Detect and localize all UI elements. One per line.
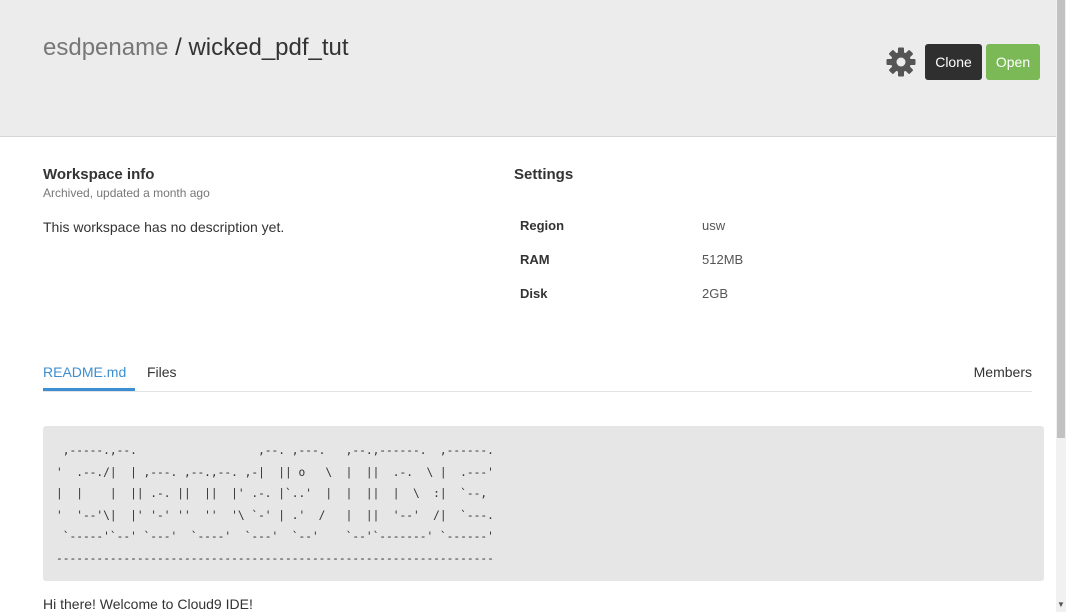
- workspace-description: This workspace has no description yet.: [43, 219, 285, 235]
- breadcrumb: esdpename / wicked_pdf_tut: [43, 33, 349, 63]
- settings-value: 512MB: [702, 251, 744, 267]
- scrollbar-thumb[interactable]: [1057, 0, 1065, 438]
- settings-value: 2GB: [702, 285, 729, 301]
- settings-label: Disk: [520, 285, 548, 301]
- tab-members[interactable]: Members: [974, 364, 1032, 380]
- open-button[interactable]: Open: [986, 44, 1040, 80]
- scroll-down-arrow-icon[interactable]: ▼: [1056, 598, 1066, 612]
- readme-welcome-text: Hi there! Welcome to Cloud9 IDE!: [43, 596, 253, 612]
- settings-label: Region: [520, 217, 565, 233]
- gear-icon[interactable]: [885, 46, 917, 78]
- readme-code-block: ,-----.,--. ,--. ,---. ,--.,------. ,---…: [43, 426, 1044, 581]
- settings-title: Settings: [514, 166, 574, 183]
- owner-link[interactable]: esdpename: [43, 34, 168, 61]
- workspace-header: esdpename / wicked_pdf_tut Clone Open: [0, 0, 1056, 137]
- settings-label: RAM: [520, 251, 550, 267]
- breadcrumb-separator: /: [168, 34, 189, 61]
- settings-row-disk: Disk 2GB: [520, 276, 743, 310]
- settings-row-region: Region usw: [520, 208, 743, 242]
- settings-row-ram: RAM 512MB: [520, 242, 743, 276]
- workspace-status: Archived, updated a month ago: [43, 186, 210, 200]
- workspace-info-title: Workspace info: [43, 166, 155, 183]
- settings-table: Region usw RAM 512MB Disk 2GB: [520, 208, 743, 310]
- tab-files[interactable]: Files: [147, 364, 177, 380]
- active-tab-indicator: [43, 388, 135, 391]
- workspace-name: wicked_pdf_tut: [188, 34, 349, 61]
- settings-value: usw: [702, 217, 726, 233]
- content-tabs: README.md Files Members: [43, 356, 1032, 392]
- ascii-art-banner: ,-----.,--. ,--. ,---. ,--.,------. ,---…: [56, 444, 494, 565]
- tab-readme[interactable]: README.md: [43, 364, 126, 380]
- vertical-scrollbar[interactable]: ▼: [1056, 0, 1066, 612]
- clone-button[interactable]: Clone: [925, 44, 982, 80]
